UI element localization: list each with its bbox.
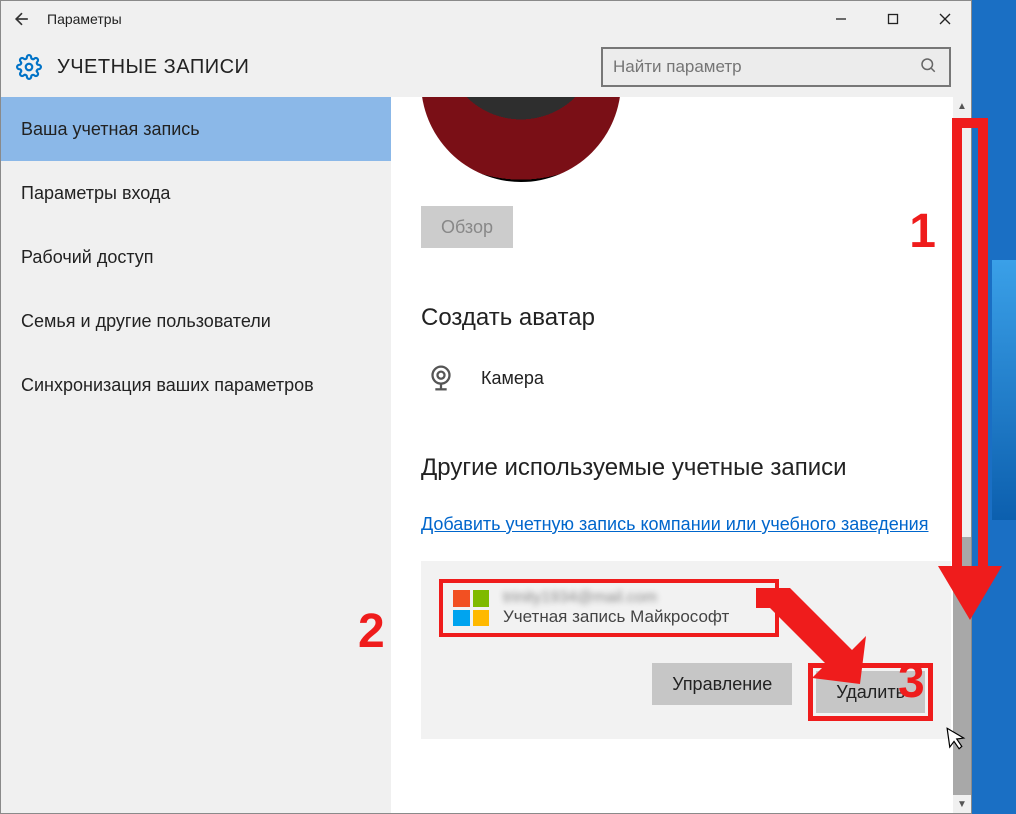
- sidebar-item-label: Семья и другие пользователи: [21, 311, 271, 332]
- gear-icon: [15, 53, 43, 81]
- delete-button[interactable]: Удалить: [816, 671, 925, 713]
- search-icon: [919, 56, 939, 79]
- add-account-link[interactable]: Добавить учетную запись компании или уче…: [421, 514, 928, 535]
- other-accounts-heading: Другие используемые учетные записи: [421, 454, 971, 482]
- maximize-button[interactable]: [867, 1, 919, 37]
- sidebar-item-label: Синхронизация ваших параметров: [21, 375, 314, 396]
- camera-label: Камера: [481, 368, 544, 389]
- close-icon: [939, 13, 951, 25]
- sidebar-item-sync-settings[interactable]: Синхронизация ваших параметров: [1, 353, 391, 417]
- microsoft-logo-icon: [453, 590, 489, 626]
- section-title: УЧЕТНЫЕ ЗАПИСИ: [57, 56, 249, 79]
- search-input[interactable]: [613, 57, 919, 77]
- minimize-button[interactable]: [815, 1, 867, 37]
- sidebar-item-signin-options[interactable]: Параметры входа: [1, 161, 391, 225]
- create-avatar-heading: Создать аватар: [421, 304, 971, 332]
- avatar: [421, 97, 621, 182]
- search-box[interactable]: [601, 47, 951, 87]
- account-entry[interactable]: trinity1934@mail.com Учетная запись Майк…: [439, 579, 779, 637]
- desktop-background: [992, 260, 1016, 520]
- account-type: Учетная запись Майкрософт: [503, 607, 729, 627]
- maximize-icon: [887, 13, 899, 25]
- account-email: trinity1934@mail.com: [503, 589, 729, 607]
- sidebar-item-family-users[interactable]: Семья и другие пользователи: [1, 289, 391, 353]
- annotation-box-3: Удалить: [808, 663, 933, 721]
- header: УЧЕТНЫЕ ЗАПИСИ: [1, 37, 971, 97]
- back-button[interactable]: [1, 1, 43, 37]
- content-pane: Обзор Создать аватар Камера Другие испол…: [391, 97, 971, 813]
- sidebar-item-label: Рабочий доступ: [21, 247, 154, 268]
- camera-option[interactable]: Камера: [421, 358, 971, 398]
- settings-window: Параметры УЧЕТНЫЕ ЗАПИСИ Ваша учетная за…: [0, 0, 972, 814]
- minimize-icon: [835, 13, 847, 25]
- sidebar: Ваша учетная запись Параметры входа Рабо…: [1, 97, 391, 813]
- arrow-left-icon: [12, 9, 32, 29]
- sidebar-item-your-account[interactable]: Ваша учетная запись: [1, 97, 391, 161]
- close-button[interactable]: [919, 1, 971, 37]
- scroll-down-icon[interactable]: ▼: [953, 795, 971, 813]
- titlebar: Параметры: [1, 1, 971, 37]
- window-title: Параметры: [43, 11, 122, 27]
- manage-button[interactable]: Управление: [652, 663, 792, 705]
- sidebar-item-work-access[interactable]: Рабочий доступ: [1, 225, 391, 289]
- scroll-up-icon[interactable]: ▲: [953, 97, 971, 115]
- sidebar-item-label: Ваша учетная запись: [21, 119, 200, 140]
- camera-icon: [421, 358, 461, 398]
- account-card: trinity1934@mail.com Учетная запись Майк…: [421, 561, 951, 739]
- sidebar-item-label: Параметры входа: [21, 183, 170, 204]
- browse-button[interactable]: Обзор: [421, 206, 513, 248]
- scroll-thumb[interactable]: [953, 537, 971, 813]
- vertical-scrollbar[interactable]: ▲ ▼: [953, 97, 971, 813]
